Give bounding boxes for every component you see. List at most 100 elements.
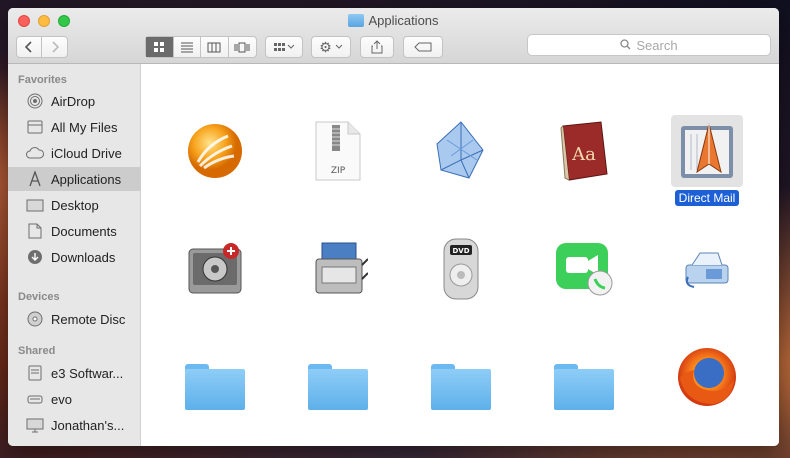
folder-icon [302, 351, 374, 423]
share-button[interactable] [360, 36, 394, 58]
column-view-button[interactable] [201, 37, 229, 57]
blueprint-app-icon [425, 115, 497, 187]
sidebar-header-shared: Shared [18, 345, 56, 357]
sidebar-item-remote-disc[interactable]: Remote Disc [8, 307, 141, 331]
file-item[interactable] [159, 115, 269, 215]
nav-buttons [16, 36, 68, 58]
coverflow-view-button[interactable] [229, 37, 256, 57]
disk-utility-app-icon [179, 233, 251, 305]
server-icon [25, 391, 45, 407]
sidebar-header-devices: Devices [18, 291, 60, 303]
sidebar-item-e3-software[interactable]: e3 Softwar... [8, 361, 141, 385]
desktop-icon [25, 197, 45, 213]
list-icon [180, 42, 193, 52]
chevron-down-icon [335, 44, 343, 49]
action-button[interactable]: ⚙ [311, 36, 351, 58]
dictionary-app-icon: Aa [548, 115, 620, 187]
file-item[interactable] [651, 233, 761, 333]
back-button[interactable] [17, 37, 43, 57]
columns-icon [207, 42, 221, 52]
folder-icon [179, 351, 251, 423]
sidebar-item-label: Desktop [51, 197, 99, 213]
titlebar: Applications ⚙ Search [8, 8, 779, 64]
sidebar-item-jonathans[interactable]: Jonathan's... [8, 413, 141, 437]
chevron-right-icon [51, 41, 59, 53]
grid-icon [154, 42, 165, 52]
forward-button[interactable] [42, 37, 67, 57]
file-item[interactable] [282, 351, 392, 446]
file-item[interactable]: DVD [405, 233, 515, 333]
icon-view-button[interactable] [146, 37, 174, 57]
downloads-icon [25, 249, 45, 265]
arrange-icon [274, 43, 295, 51]
sidebar-item-label: Documents [51, 223, 117, 239]
window-title-text: Applications [368, 13, 439, 28]
tag-icon [414, 42, 432, 52]
burn-app-icon [179, 115, 251, 187]
applications-icon [25, 171, 45, 187]
disc-icon [25, 311, 45, 327]
gear-icon: ⚙ [319, 38, 332, 55]
file-item-label: Direct Mail [651, 189, 763, 207]
sidebar-item-label: e3 Softwar... [51, 365, 124, 381]
sidebar-item-downloads[interactable]: Downloads [8, 245, 141, 269]
zip-file-icon: ZIP [302, 115, 374, 187]
file-item[interactable] [528, 351, 638, 446]
sidebar-item-label: Downloads [51, 249, 116, 265]
sidebar-item-label: Jonathan's... [51, 417, 125, 433]
sidebar-item-label: iCloud Drive [51, 145, 122, 161]
firefox-app-icon [671, 341, 743, 413]
scanner-app-icon [302, 233, 374, 305]
sidebar-item-label: AirDrop [51, 93, 96, 109]
search-field[interactable]: Search [527, 34, 771, 56]
file-item[interactable] [528, 233, 638, 333]
sidebar-item-airdrop[interactable]: AirDrop [8, 89, 141, 113]
facetime-app-icon [548, 233, 620, 305]
folder-icon [425, 351, 497, 423]
sidebar-item-documents[interactable]: Documents [8, 219, 141, 243]
sidebar-item-label: evo [51, 391, 72, 407]
dvd-player-app-icon: DVD [425, 233, 497, 305]
server-icon [25, 365, 45, 381]
sidebar-header-favorites: Favorites [18, 74, 67, 86]
dictionary-label: Aa [571, 144, 596, 165]
arrange-button[interactable] [265, 36, 303, 58]
coverflow-icon [234, 42, 250, 52]
dvd-label: DVD [452, 247, 469, 255]
direct-mail-app-icon [671, 115, 743, 187]
files-icon [25, 119, 45, 135]
cloud-icon [25, 145, 45, 161]
list-view-button[interactable] [174, 37, 201, 57]
sidebar-item-label: Applications [51, 171, 122, 187]
sidebar-item-evo[interactable]: evo [8, 387, 141, 411]
sidebar: Favorites AirDrop All My Files iCloud Dr… [8, 64, 141, 446]
file-item-direct-mail[interactable]: Direct Mail [651, 115, 761, 215]
file-item[interactable] [651, 341, 761, 441]
file-item[interactable] [282, 233, 392, 333]
view-mode-group [145, 36, 257, 58]
tags-button[interactable] [403, 36, 443, 58]
finder-window: Applications ⚙ Search Favorites AirDrop … [8, 8, 779, 446]
zip-label: ZIP [331, 166, 346, 176]
file-item[interactable]: Aa [528, 115, 638, 215]
file-item[interactable]: ZIP [282, 115, 392, 215]
chevron-left-icon [25, 41, 32, 53]
file-item[interactable] [159, 233, 269, 333]
computer-icon [25, 417, 45, 433]
sidebar-item-desktop[interactable]: Desktop [8, 193, 141, 217]
sidebar-item-icloud-drive[interactable]: iCloud Drive [8, 141, 141, 165]
window-title: Applications [8, 13, 779, 28]
applications-folder-icon [348, 14, 365, 27]
search-placeholder: Search [636, 37, 678, 53]
sidebar-item-all-my-files[interactable]: All My Files [8, 115, 141, 139]
file-item[interactable] [159, 351, 269, 446]
sidebar-item-label: All My Files [51, 119, 118, 135]
sidebar-item-applications[interactable]: Applications [8, 167, 141, 191]
sidebar-item-label: Remote Disc [51, 311, 126, 327]
documents-icon [25, 223, 45, 239]
folder-icon [548, 351, 620, 423]
file-grid: ZIP Aa Direct Mail DVD [142, 65, 779, 446]
file-item[interactable] [405, 115, 515, 215]
search-icon [620, 38, 631, 53]
file-item[interactable] [405, 351, 515, 446]
